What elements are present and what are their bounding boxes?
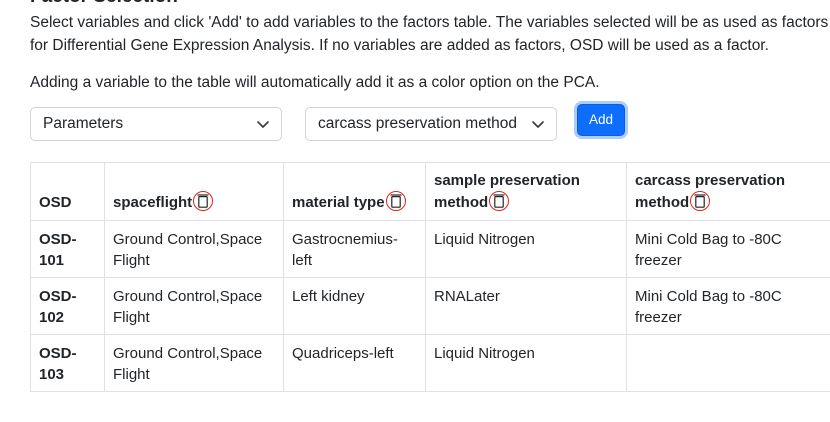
trash-icon[interactable] [385,191,406,211]
intro-text: Select variables and click 'Add' to add … [30,14,829,54]
header-label: OSD [39,194,72,211]
factor-selection-page: Factor Selection Select variables and cl… [0,0,830,422]
factors-table: OSD spaceflight material type sample pre… [30,162,830,392]
cell-spaceflight: Ground Control,Space Flight [104,277,284,335]
cell-material-type: Left kidney [283,277,426,335]
header-sample-preservation-method: sample preservation method [425,162,627,221]
cell-sample-preservation-method: Liquid Nitrogen [425,334,627,392]
variable-select[interactable]: carcass preservation method [305,107,557,141]
add-button[interactable]: Add [577,104,625,136]
pca-note-text: Adding a variable to the table will auto… [30,74,600,91]
variable-select-value: carcass preservation method [318,115,516,132]
table-row: OSD-103 Ground Control,Space Flight Quad… [30,334,830,392]
section-title: Factor Selection [30,0,178,8]
cell-osd: OSD-103 [30,334,105,392]
header-spaceflight: spaceflight [104,162,284,221]
cell-material-type: Quadriceps-left [283,334,426,392]
parameters-select-value: Parameters [43,115,124,132]
table-row: OSD-101 Ground Control,Space Flight Gast… [30,220,830,278]
cell-sample-preservation-method: RNALater [425,277,627,335]
trash-icon[interactable] [489,191,510,211]
chevron-down-icon [257,121,269,128]
cell-material-type: Gastrocnemius-left [283,220,426,278]
parameters-select[interactable]: Parameters [30,107,282,141]
header-material-type: material type [283,162,426,221]
table-header-row: OSD spaceflight material type sample pre… [30,162,830,221]
cell-carcass-preservation-method: Mini Cold Bag to -80C freezer [626,220,830,278]
cell-spaceflight: Ground Control,Space Flight [104,220,284,278]
cell-osd: OSD-102 [30,277,105,335]
header-label: carcass preservation method [635,172,786,211]
table-row: OSD-102 Ground Control,Space Flight Left… [30,277,830,335]
header-carcass-preservation-method: carcass preservation method [626,162,830,221]
cell-spaceflight: Ground Control,Space Flight [104,334,284,392]
trash-icon[interactable] [690,191,711,211]
cell-osd: OSD-101 [30,220,105,278]
chevron-down-icon [532,121,544,128]
cell-sample-preservation-method: Liquid Nitrogen [425,220,627,278]
header-label: spaceflight [113,194,193,211]
header-osd: OSD [30,162,105,221]
trash-icon[interactable] [193,191,214,211]
header-label: material type [292,194,385,211]
cell-carcass-preservation-method: Mini Cold Bag to -80C freezer [626,277,830,335]
cell-carcass-preservation-method [626,334,830,392]
